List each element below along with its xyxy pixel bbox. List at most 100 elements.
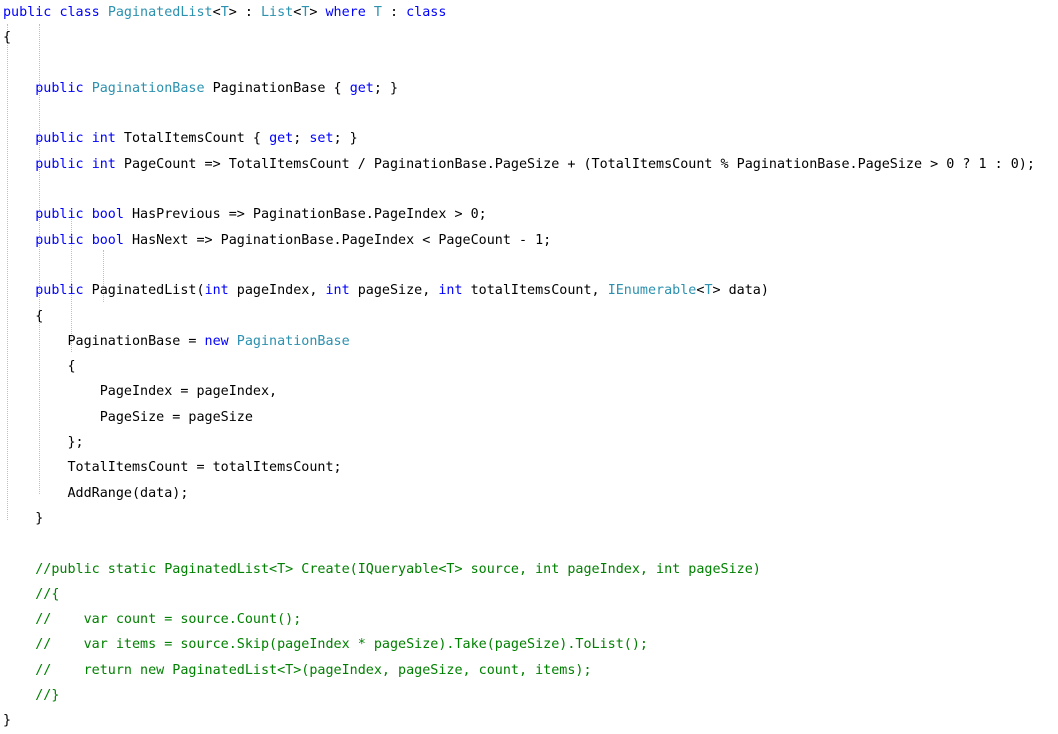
source-code-block[interactable]: public class PaginatedList<T> : List<T> … xyxy=(0,0,1035,734)
code-token-pln: AddRange(data); xyxy=(3,485,189,501)
code-token-typ: T xyxy=(373,5,382,20)
code-token-typ: T xyxy=(220,5,229,20)
code-token-pln xyxy=(3,207,35,222)
code-line[interactable]: public int PageCount => TotalItemsCount … xyxy=(0,152,1035,177)
code-token-kw: int xyxy=(325,283,350,299)
code-token-pln: TotalItemsCount = totalItemsCount; xyxy=(3,460,342,476)
code-token-kw: where xyxy=(325,5,366,20)
code-token-pln xyxy=(100,5,108,20)
code-line[interactable]: public PaginatedList(int pageIndex, int … xyxy=(0,278,1035,303)
code-token-pln: } xyxy=(3,713,12,729)
code-token-pln: { xyxy=(3,308,44,324)
code-token-typ: PaginationBase xyxy=(236,333,350,349)
code-token-pln xyxy=(366,5,374,20)
code-line[interactable]: public PaginationBase PaginationBase { g… xyxy=(0,76,1035,101)
code-token-pln xyxy=(229,334,237,349)
code-token-typ: List xyxy=(261,5,294,20)
code-token-pln: : xyxy=(381,5,407,20)
code-token-cmt: // var count = source.Count(); xyxy=(3,612,302,628)
code-line[interactable]: PaginationBase = new PaginationBase xyxy=(0,329,1035,354)
code-token-kw: public xyxy=(35,156,84,172)
code-token-kw: public xyxy=(35,131,84,147)
code-token-pln: PageCount => TotalItemsCount / Paginatio… xyxy=(115,156,1035,172)
code-line[interactable]: } xyxy=(0,506,1035,531)
code-token-cmt: //{ xyxy=(3,586,60,602)
code-line[interactable]: //} xyxy=(0,683,1035,708)
code-line[interactable]: } xyxy=(0,708,1035,733)
code-line[interactable]: // var count = source.Count(); xyxy=(0,607,1035,632)
code-token-kw: public xyxy=(35,232,84,248)
code-line[interactable] xyxy=(0,51,1035,76)
code-token-pln xyxy=(3,157,35,172)
code-token-pln: totalItemsCount, xyxy=(462,283,608,299)
code-token-pln: TotalItemsCount { xyxy=(115,131,270,147)
code-line[interactable]: public bool HasPrevious => PaginationBas… xyxy=(0,202,1035,227)
code-token-pln: pageIndex, xyxy=(228,283,326,299)
code-token-pln: > data) xyxy=(712,283,769,299)
code-token-pln: > : xyxy=(228,5,261,20)
code-token-cmt: //public static PaginatedList<T> Create(… xyxy=(3,561,761,577)
code-line[interactable]: PageIndex = pageIndex, xyxy=(0,379,1035,404)
code-line[interactable]: { xyxy=(0,354,1035,379)
code-token-pln: PaginatedList( xyxy=(83,283,205,299)
code-token-kw: int xyxy=(91,131,116,147)
code-line[interactable]: //{ xyxy=(0,582,1035,607)
code-token-pln: { xyxy=(3,30,12,46)
code-line[interactable] xyxy=(0,101,1035,126)
code-line[interactable]: PageSize = pageSize xyxy=(0,405,1035,430)
code-line[interactable] xyxy=(0,177,1035,202)
code-token-pln: }; xyxy=(3,435,84,451)
code-token-pln: PaginationBase = xyxy=(3,333,205,349)
code-token-pln xyxy=(84,131,92,146)
code-line[interactable]: public int TotalItemsCount { get; set; } xyxy=(0,126,1035,151)
code-editor-surface[interactable]: public class PaginatedList<T> : List<T> … xyxy=(0,0,1058,728)
code-token-kw: set xyxy=(309,131,334,147)
code-token-pln: ; xyxy=(293,131,310,147)
code-line[interactable]: public class PaginatedList<T> : List<T> … xyxy=(0,0,1035,25)
code-token-pln: PaginationBase { xyxy=(204,80,350,96)
code-token-pln: ; } xyxy=(333,131,358,147)
code-line[interactable]: { xyxy=(0,304,1035,329)
code-token-cmt: // var items = source.Skip(pageIndex * p… xyxy=(3,637,648,653)
code-token-kw: public xyxy=(3,5,52,20)
code-token-kw: bool xyxy=(91,207,124,223)
code-token-typ: PaginatedList xyxy=(107,5,213,20)
code-line[interactable]: //public static PaginatedList<T> Create(… xyxy=(0,557,1035,582)
code-token-pln xyxy=(3,81,35,96)
code-token-pln: HasNext => PaginationBase.PageIndex < Pa… xyxy=(123,232,552,248)
code-line[interactable] xyxy=(0,531,1035,556)
code-line[interactable]: public bool HasNext => PaginationBase.Pa… xyxy=(0,228,1035,253)
code-token-pln: HasPrevious => PaginationBase.PageIndex … xyxy=(123,207,487,223)
code-token-pln: > xyxy=(309,5,326,20)
code-token-kw: public xyxy=(35,207,84,223)
code-token-kw: int xyxy=(438,283,463,299)
code-line[interactable] xyxy=(0,253,1035,278)
code-token-kw: int xyxy=(204,283,229,299)
code-line[interactable]: }; xyxy=(0,430,1035,455)
code-token-kw: int xyxy=(91,156,116,172)
code-token-kw: class xyxy=(59,5,100,20)
code-line[interactable]: { xyxy=(0,25,1035,50)
code-token-kw: get xyxy=(269,131,294,147)
code-token-kw: new xyxy=(204,333,229,349)
code-token-kw: get xyxy=(349,80,374,96)
code-token-pln: ; } xyxy=(373,80,399,96)
code-line[interactable]: // return new PaginatedList<T>(pageIndex… xyxy=(0,658,1035,683)
code-token-pln: PageSize = pageSize xyxy=(3,409,253,425)
code-token-pln xyxy=(84,81,92,96)
code-token-pln xyxy=(84,157,92,172)
code-token-pln xyxy=(84,233,92,248)
code-token-typ: IEnumerable xyxy=(607,283,697,299)
code-line[interactable]: AddRange(data); xyxy=(0,481,1035,506)
code-token-pln: PageIndex = pageIndex, xyxy=(3,384,278,400)
code-token-kw: public xyxy=(35,283,84,299)
code-token-pln xyxy=(3,283,35,298)
code-line[interactable]: TotalItemsCount = totalItemsCount; xyxy=(0,455,1035,480)
code-token-pln: } xyxy=(3,510,44,526)
code-token-pln: pageSize, xyxy=(349,283,439,299)
code-line[interactable]: // var items = source.Skip(pageIndex * p… xyxy=(0,632,1035,657)
code-token-cmt: //} xyxy=(3,688,60,704)
code-token-pln xyxy=(3,233,35,248)
code-token-pln: < xyxy=(212,5,221,20)
code-token-kw: class xyxy=(406,5,447,20)
